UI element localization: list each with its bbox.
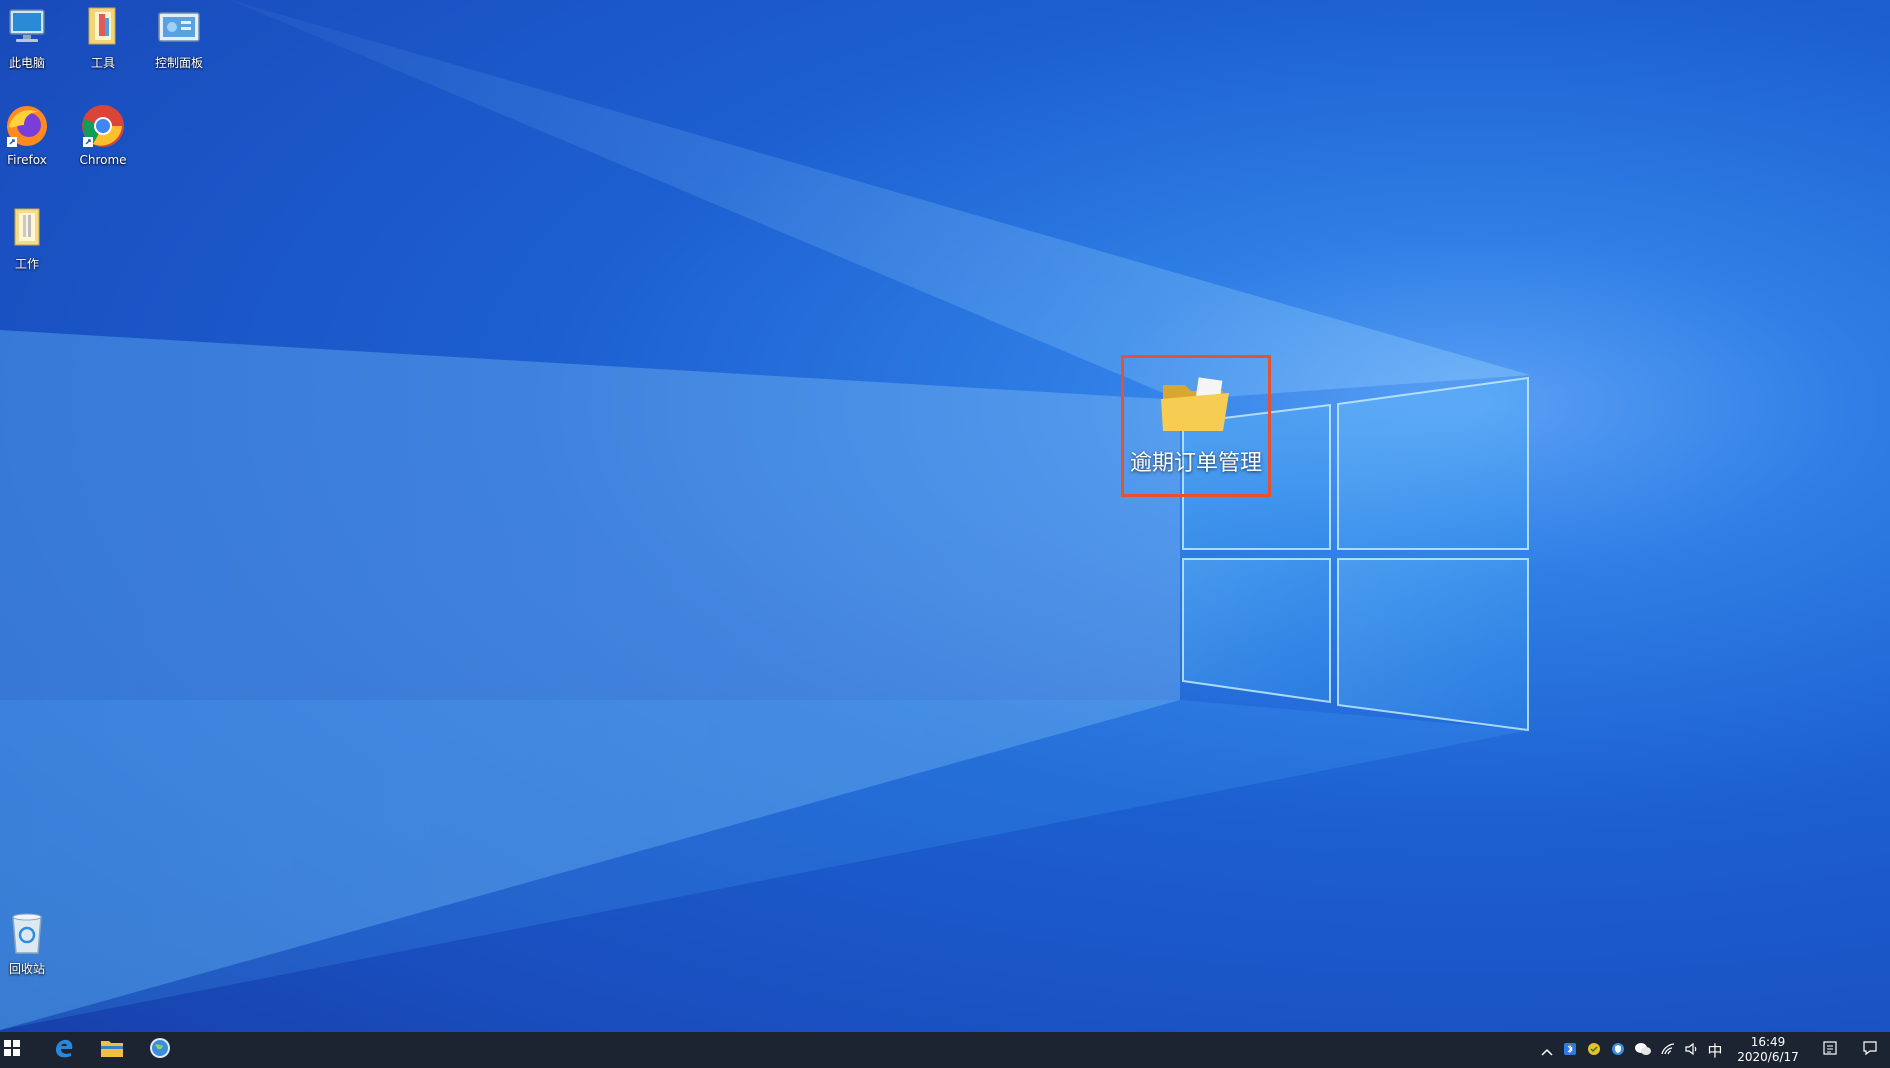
overdue-orders-folder[interactable]: 逾期订单管理 bbox=[1121, 355, 1271, 497]
clock: 16:49 2020/6/17 bbox=[1731, 1035, 1805, 1065]
globe-icon bbox=[149, 1037, 171, 1063]
input-method-button[interactable]: 中 bbox=[1704, 1032, 1726, 1068]
tray-app-wechat[interactable] bbox=[1630, 1032, 1656, 1068]
tray-app-1[interactable] bbox=[1558, 1032, 1582, 1068]
windows-start-icon bbox=[4, 1040, 20, 1060]
wallpaper bbox=[0, 0, 1530, 1030]
recycle-bin-icon bbox=[4, 910, 50, 956]
desktop-icon-this-pc[interactable]: 此电脑 bbox=[0, 3, 67, 72]
system-tray: 中 16:49 2020/6/17 bbox=[1536, 1032, 1890, 1068]
desktop-icon-label: 回收站 bbox=[8, 962, 45, 976]
desktop-icon-chrome[interactable]: Chrome bbox=[63, 102, 143, 168]
ime-label: 中 bbox=[1707, 1041, 1723, 1060]
network-button[interactable] bbox=[1656, 1032, 1680, 1068]
desktop-icon-label: 工作 bbox=[14, 257, 39, 271]
volume-button[interactable] bbox=[1680, 1032, 1704, 1068]
notes-button[interactable] bbox=[1810, 1032, 1850, 1068]
show-hidden-icons-button[interactable] bbox=[1536, 1032, 1558, 1068]
taskbar-file-explorer-button[interactable] bbox=[88, 1032, 136, 1068]
desktop-icon-recycle-bin[interactable]: 回收站 bbox=[0, 909, 67, 978]
file-explorer-icon bbox=[100, 1038, 124, 1062]
chevron-up-icon bbox=[1541, 1041, 1553, 1060]
desktop-icon-firefox[interactable]: Firefox bbox=[0, 102, 67, 168]
notification-icon bbox=[1862, 1040, 1878, 1060]
desktop-icon-label: 此电脑 bbox=[8, 56, 45, 70]
start-button[interactable] bbox=[0, 1032, 24, 1068]
clock-button[interactable]: 16:49 2020/6/17 bbox=[1726, 1032, 1810, 1068]
firefox-icon bbox=[4, 103, 50, 149]
folder-icon bbox=[4, 205, 50, 251]
wifi-icon bbox=[1660, 1041, 1676, 1060]
action-center-button[interactable] bbox=[1850, 1032, 1890, 1068]
folder-icon bbox=[80, 4, 126, 50]
desktop-icon-label: Chrome bbox=[79, 153, 127, 167]
taskbar-edge-button[interactable] bbox=[40, 1032, 88, 1068]
folder-label: 逾期订单管理 bbox=[1129, 451, 1262, 476]
taskbar: 中 16:49 2020/6/17 bbox=[0, 1032, 1890, 1068]
clock-date: 2020/6/17 bbox=[1737, 1050, 1799, 1064]
desktop-icon-label: Firefox bbox=[7, 153, 47, 167]
notes-icon bbox=[1822, 1040, 1838, 1060]
folder-icon bbox=[1159, 375, 1233, 439]
tray-app-2[interactable] bbox=[1582, 1032, 1606, 1068]
taskbar-globe-button[interactable] bbox=[136, 1032, 184, 1068]
desktop-icon-tools[interactable]: 工具 bbox=[63, 3, 143, 72]
desktop-icon-work[interactable]: 工作 bbox=[0, 204, 67, 273]
speaker-icon bbox=[1684, 1041, 1700, 1060]
edge-icon bbox=[53, 1037, 75, 1063]
desktop-icon-control-panel[interactable]: 控制面板 bbox=[139, 3, 219, 72]
desktop-icon-label: 控制面板 bbox=[154, 56, 203, 70]
control-panel-icon bbox=[156, 4, 202, 50]
tray-app-3[interactable] bbox=[1606, 1032, 1630, 1068]
shield-icon bbox=[1611, 1041, 1625, 1060]
wechat-icon bbox=[1634, 1041, 1652, 1060]
computer-icon bbox=[4, 4, 50, 50]
chrome-icon bbox=[80, 103, 126, 149]
security-app-icon bbox=[1587, 1041, 1601, 1060]
bluetooth-icon bbox=[1563, 1041, 1577, 1060]
desktop-icon-label: 工具 bbox=[90, 56, 115, 70]
clock-time: 16:49 bbox=[1750, 1035, 1786, 1049]
